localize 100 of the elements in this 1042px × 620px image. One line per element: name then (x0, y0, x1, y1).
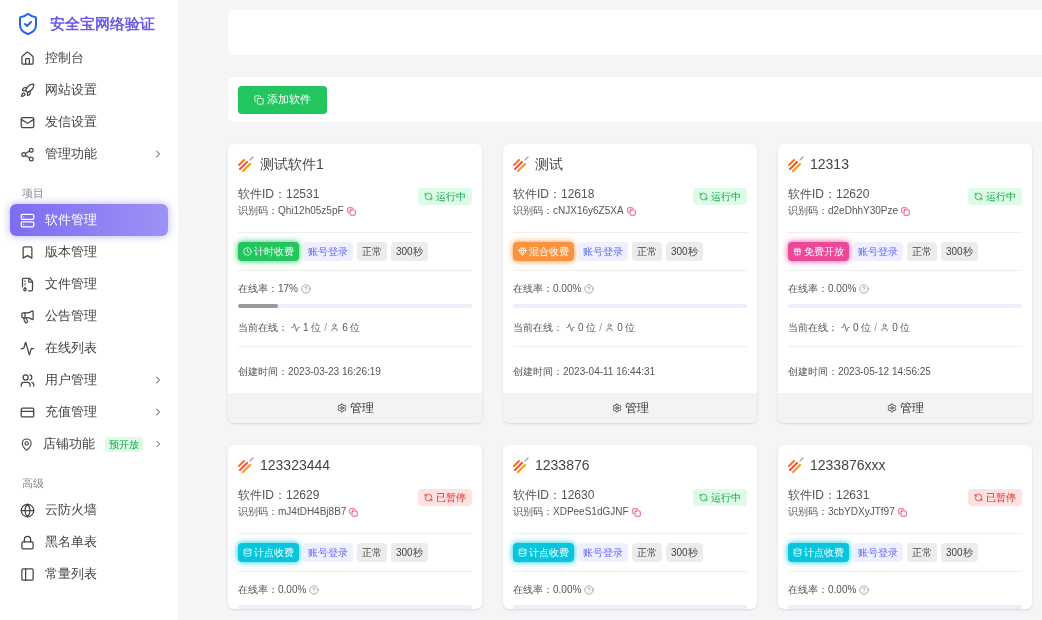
billing-tag: 计点收费 (513, 543, 574, 562)
manage-button[interactable]: 管理 (778, 393, 1032, 423)
tag: 账号登录 (303, 242, 353, 261)
copy-icon[interactable] (346, 206, 356, 216)
streak-icon (513, 457, 529, 473)
streak-icon (788, 457, 804, 473)
status-badge: 运行中 (693, 188, 747, 205)
manage-button[interactable]: 管理 (503, 393, 757, 423)
tag: 正常 (632, 242, 662, 261)
megaphone-icon (20, 308, 35, 324)
nav-item[interactable]: 在线列表 (10, 332, 168, 364)
refresh-icon (974, 493, 983, 502)
active-count: 0 位 (853, 321, 872, 335)
nav-item[interactable]: 黑名单表 (10, 526, 168, 558)
software-id: 软件ID：12629 (238, 487, 321, 503)
identifier-code: 识别码：mJ4tDH4Bj8B7 (238, 505, 347, 519)
nav-item[interactable]: 发信设置 (10, 106, 168, 138)
active-count: 0 位 (578, 321, 597, 335)
separator: / (874, 321, 878, 335)
preview-badge: 预开放 (105, 436, 144, 452)
refresh-icon (424, 493, 433, 502)
gem-icon (518, 247, 527, 256)
online-rate: 在线率：17% (238, 282, 298, 296)
database-icon (243, 548, 252, 557)
separator: / (324, 321, 328, 335)
credit-card-icon (20, 404, 35, 420)
separator: / (599, 321, 603, 335)
nav-item[interactable]: 用户管理 (10, 364, 168, 396)
online-rate: 在线率：0.00% (513, 583, 582, 597)
table-icon (20, 566, 35, 582)
tag: 账号登录 (578, 242, 628, 261)
billing-tag: 混合收费 (513, 242, 574, 261)
status-badge: 已暂停 (968, 489, 1022, 506)
software-name: 1233876 (535, 456, 590, 475)
nav-item[interactable]: 充值管理 (10, 396, 168, 428)
pulse-icon (291, 323, 300, 332)
streak-icon (788, 156, 804, 172)
nav-item[interactable]: 版本管理 (10, 236, 168, 268)
help-icon[interactable] (584, 283, 595, 294)
copy-icon[interactable] (897, 507, 907, 517)
pulse-icon (841, 323, 850, 332)
nav-item[interactable]: 控制台 (10, 42, 168, 74)
status-badge: 运行中 (968, 188, 1022, 205)
nav-item[interactable]: 管理功能 (10, 138, 168, 170)
gear-icon (611, 403, 622, 413)
identifier-code: 识别码：d2eDhhY30Pze (788, 204, 899, 218)
tag: 账号登录 (853, 543, 903, 562)
online-label: 当前在线： (238, 321, 288, 335)
pulse-icon (566, 323, 575, 332)
globe-icon (20, 502, 35, 518)
help-icon[interactable] (584, 584, 595, 595)
copy-icon[interactable] (901, 206, 911, 216)
software-id: 软件ID：12618 (513, 186, 596, 202)
tag: 300秒 (666, 543, 703, 562)
nav-item[interactable]: 店铺功能 预开放 (10, 428, 168, 460)
mail-icon (20, 114, 35, 130)
copy-icon[interactable] (349, 507, 359, 517)
nav-item[interactable]: 网站设置 (10, 74, 168, 106)
tag: 300秒 (391, 543, 428, 562)
copy-icon[interactable] (626, 206, 636, 216)
nav-item[interactable]: 文件管理 (10, 268, 168, 300)
rocket-icon (20, 82, 35, 98)
user-icon (605, 323, 615, 332)
created-time: 创建时间：2023-04-11 16:44:31 (513, 366, 656, 377)
software-name: 测试软件1 (260, 155, 324, 174)
tag: 300秒 (941, 543, 978, 562)
section-heading: 项目 (21, 186, 45, 200)
tag: 账号登录 (303, 543, 353, 562)
server-icon (20, 212, 35, 228)
gear-icon (886, 403, 897, 413)
software-name: 12313 (810, 155, 849, 174)
manage-button[interactable]: 管理 (228, 393, 482, 423)
nav-item[interactable]: 常量列表 (10, 558, 168, 590)
refresh-icon (424, 192, 433, 201)
software-id: 软件ID：12531 (238, 186, 321, 202)
help-icon[interactable] (309, 584, 320, 595)
help-icon[interactable] (301, 283, 311, 294)
tag: 正常 (907, 242, 937, 261)
online-label: 当前在线： (513, 321, 563, 335)
nav-item[interactable]: 公告管理 (10, 300, 168, 332)
nav-item[interactable]: 云防火墙 (10, 494, 168, 526)
online-rate: 在线率：0.00% (238, 583, 307, 597)
shield-logo-icon (16, 12, 40, 36)
billing-tag: 计点收费 (238, 543, 299, 562)
help-icon[interactable] (859, 584, 870, 595)
tag: 300秒 (666, 242, 703, 261)
created-time: 创建时间：2023-03-23 16:26:19 (238, 366, 381, 377)
copy-icon[interactable] (631, 507, 641, 517)
house-icon (20, 50, 35, 66)
tag: 正常 (632, 543, 662, 562)
users-icon (20, 372, 35, 388)
software-name: 1233876xxx (810, 456, 886, 475)
copy-icon (254, 94, 264, 105)
nodes-icon (20, 146, 35, 162)
online-rate: 在线率：0.00% (513, 282, 582, 296)
help-icon[interactable] (859, 283, 870, 294)
software-id: 软件ID：12631 (788, 487, 871, 503)
identifier-code: 识别码：Qhi12h05z5pF (238, 204, 344, 218)
identifier-code: 识别码：3cbYDXyJTf97 (788, 505, 895, 519)
active-count: 1 位 (303, 321, 322, 335)
